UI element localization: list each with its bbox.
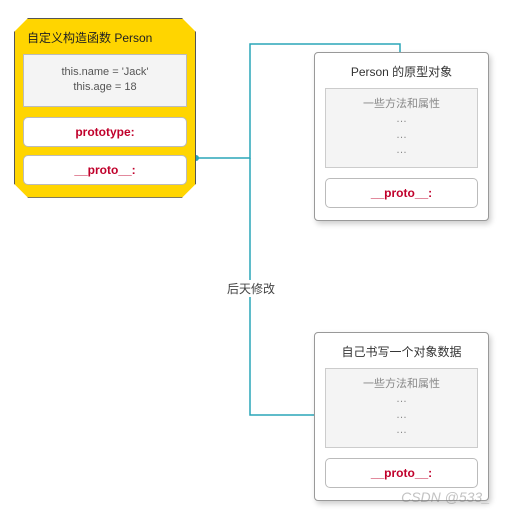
constructor-title: 自定义构造函数 Person <box>23 27 187 54</box>
proto-slot: __proto__: <box>325 458 478 488</box>
modification-note: 后天修改 <box>225 280 277 297</box>
ellipsis-row: … <box>330 128 473 143</box>
ellipsis-row: … <box>330 112 473 127</box>
code-line-1: this.name = 'Jack' <box>28 65 182 80</box>
custom-object-body: 一些方法和属性 … … … <box>325 368 478 448</box>
proto-slot: __proto__: <box>23 155 187 185</box>
custom-object-title: 自己书写一个对象数据 <box>325 343 478 360</box>
prototype-object-body: 一些方法和属性 … … … <box>325 88 478 168</box>
prototype-object-title: Person 的原型对象 <box>325 63 478 80</box>
body-heading: 一些方法和属性 <box>330 97 473 112</box>
ellipsis-row: … <box>330 392 473 407</box>
ellipsis-row: … <box>330 423 473 438</box>
diagram-canvas: 自定义构造函数 Person this.name = 'Jack' this.a… <box>0 0 510 513</box>
ellipsis-row: … <box>330 408 473 423</box>
prototype-object-box: Person 的原型对象 一些方法和属性 … … … __proto__: <box>314 52 489 221</box>
prototype-slot: prototype: <box>23 117 187 147</box>
constructor-code: this.name = 'Jack' this.age = 18 <box>23 54 187 107</box>
watermark-text: CSDN @533_ <box>401 489 490 505</box>
ellipsis-row: … <box>330 143 473 158</box>
code-line-2: this.age = 18 <box>28 80 182 95</box>
body-heading: 一些方法和属性 <box>330 377 473 392</box>
custom-object-box: 自己书写一个对象数据 一些方法和属性 … … … __proto__: <box>314 332 489 501</box>
constructor-box: 自定义构造函数 Person this.name = 'Jack' this.a… <box>14 18 196 198</box>
proto-slot: __proto__: <box>325 178 478 208</box>
